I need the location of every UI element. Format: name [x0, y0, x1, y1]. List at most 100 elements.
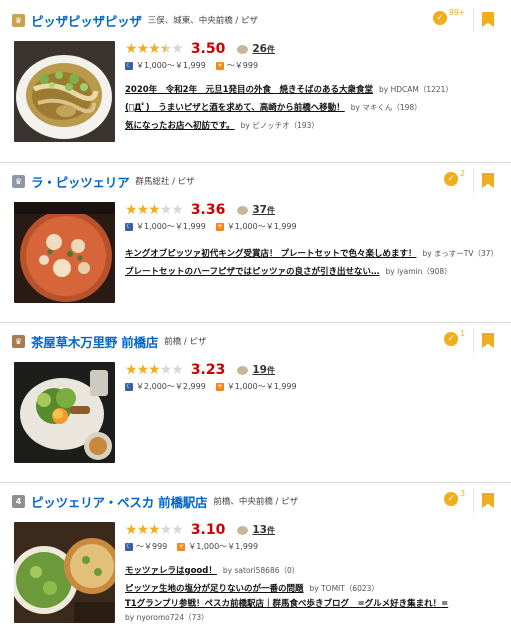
star-icon: ★ [148, 522, 161, 538]
check-icon: ✓ [444, 492, 459, 506]
rating-row: ★ ★ ★ ★ ★ 3.10 13件 [125, 522, 504, 538]
rating-score: 3.50 [190, 41, 226, 57]
check-icon: ✓ [444, 172, 459, 186]
review-count: 19 [252, 364, 267, 376]
review-item: モッツァレラはgood！ by satori58686（0） [125, 562, 504, 580]
review-title-link[interactable]: 2020年 令和2年 元旦1発目の外食 焼きそばのある大衆食堂 [125, 85, 373, 95]
divider [473, 169, 474, 193]
star-rating: ★ ★ ★ ★ ★ [125, 362, 184, 378]
restaurant-name-link[interactable]: ピッツェリア・ペスカ 前橋駅店 [31, 492, 208, 511]
restaurant-name-link[interactable]: ピッザピッザピッザ [31, 11, 142, 30]
restaurant-card: ♛ 茶屋草木万里野 前橋店 前橋 / ピザ ✓ 1 ★ ★ ★ ★ ★ 3.23… [0, 322, 511, 482]
review-count-link[interactable]: 19件 [252, 364, 275, 376]
restaurant-name-link[interactable]: ラ・ピッツェリア [31, 172, 130, 191]
review-author: by nyoromo724（73） [125, 613, 209, 622]
price-row: ☾ ￥2,000～￥2,999 ☀ ￥1,000～￥1,999 [125, 380, 504, 393]
review-count: 13 [252, 524, 267, 536]
divider [473, 329, 474, 353]
price-row: ☾ ￥1,000～￥1,999 ☀ ～￥999 [125, 59, 504, 72]
bookmark-icon[interactable] [482, 493, 494, 508]
divider [473, 489, 474, 513]
dinner-price: ￥2,000～￥2,999 [136, 382, 206, 391]
star-icon: ★ [136, 362, 150, 378]
saved-count[interactable]: ✓ 1 [444, 329, 465, 346]
star-empty-icon: ★ [159, 522, 173, 538]
review-item: (ﾟДﾟ) うまいピザと酒を求めて、高崎から前橋へ移動！ by マキくん（198） [125, 99, 504, 117]
divider [473, 8, 474, 32]
restaurant-photo[interactable] [14, 362, 115, 463]
star-icon: ★ [148, 202, 161, 218]
card-header: ♛ 茶屋草木万里野 前橋店 前橋 / ピザ ✓ 1 [7, 329, 504, 353]
star-icon: ★ [125, 202, 138, 218]
review-unit: 件 [266, 206, 275, 215]
restaurant-card: ♛ ピッザピッザピッザ 三俣、城東、中央前橋 / ピザ ✓ 99+ ★ ★ ★ … [0, 0, 511, 162]
comment-icon [237, 525, 249, 535]
restaurant-name-link[interactable]: 茶屋草木万里野 前橋店 [31, 332, 158, 351]
review-author: by TOMIT（6023） [309, 584, 379, 593]
review-count-link[interactable]: 37件 [252, 204, 275, 216]
star-icon: ★ [148, 41, 161, 57]
price-row: ☾ ￥1,000～￥1,999 ☀ ￥1,000～￥1,999 [125, 220, 504, 233]
lunch-icon: ☀ [215, 382, 224, 391]
star-icon: ★ [136, 202, 150, 218]
saved-count-number: 1 [460, 329, 465, 338]
rating-score: 3.23 [190, 362, 226, 378]
review-author: by satori58686（0） [222, 566, 300, 575]
restaurant-photo[interactable] [14, 41, 115, 142]
restaurant-area: 前橋、中央前橋 / ピザ [213, 497, 299, 507]
star-icon: ★ [136, 522, 150, 538]
review-title-link[interactable]: キングオブピッツァ初代キング受賞店！ プレートセットで色々楽しめます！ [125, 249, 416, 259]
star-empty-icon: ★ [171, 41, 184, 57]
review-count: 37 [252, 204, 267, 216]
star-rating: ★ ★ ★ ★ ★ [125, 202, 184, 218]
saved-count-number: 2 [460, 169, 465, 178]
review-title-link[interactable]: モッツァレラはgood！ [125, 566, 217, 576]
saved-count-number: 99+ [449, 8, 465, 17]
review-title-link[interactable]: 気になったお店へ初訪です。 [125, 121, 235, 131]
star-empty-icon: ★ [171, 362, 184, 378]
star-icon: ★ [125, 522, 138, 538]
lunch-icon: ☀ [215, 222, 224, 231]
rank-crown-icon: ♛ [12, 13, 25, 27]
star-rating: ★ ★ ★ ★ ★ [125, 522, 184, 538]
star-icon: ★ [148, 362, 161, 378]
review-unit: 件 [266, 366, 275, 375]
review-title-link[interactable]: ピッツァ生地の塩分が足りないのが一番の問題 [125, 584, 304, 594]
review-title-link[interactable]: プレートセットのハーフピザではピッツァの良さが引き出せない… [125, 267, 380, 277]
card-header: 4 ピッツェリア・ペスカ 前橋駅店 前橋、中央前橋 / ピザ ✓ 3 [7, 489, 504, 513]
card-header: ♛ ピッザピッザピッザ 三俣、城東、中央前橋 / ピザ ✓ 99+ [7, 8, 504, 32]
comment-icon [237, 205, 249, 215]
bookmark-icon[interactable] [482, 173, 494, 188]
star-rating: ★ ★ ★ ★ ★ [125, 41, 184, 57]
review-unit: 件 [266, 526, 275, 535]
review-item: 2020年 令和2年 元旦1発目の外食 焼きそばのある大衆食堂 by HDCAM（… [125, 81, 504, 99]
restaurant-photo[interactable] [14, 522, 115, 623]
bookmark-icon[interactable] [482, 333, 494, 348]
check-icon: ✓ [433, 11, 448, 25]
rank-crown-icon: ♛ [12, 334, 25, 348]
restaurant-photo[interactable] [14, 202, 115, 303]
review-unit: 件 [266, 45, 275, 54]
review-count-link[interactable]: 26件 [252, 43, 275, 55]
card-header: ♛ ラ・ピッツェリア 群馬総社 / ピザ ✓ 2 [7, 169, 504, 193]
review-title-link[interactable]: T1グランプリ参戦！ペスカ前橋駅店｜群馬食べ歩きブログ =グルメ好き集まれ！= [125, 599, 448, 609]
saved-count[interactable]: ✓ 2 [444, 169, 465, 186]
dinner-icon: ☾ [125, 382, 133, 391]
star-icon: ★ [136, 41, 150, 57]
saved-count[interactable]: ✓ 3 [444, 490, 465, 506]
review-item: T1グランプリ参戦！ペスカ前橋駅店｜群馬食べ歩きブログ =グルメ好き集まれ！= b… [125, 598, 504, 625]
rating-row: ★ ★ ★ ★ ★ 3.50 26件 [125, 41, 504, 57]
review-item: キングオブピッツァ初代キング受賞店！ プレートセットで色々楽しめます！ by まっ… [125, 245, 504, 263]
star-empty-icon: ★ [159, 362, 173, 378]
star-icon: ★ [125, 41, 138, 57]
restaurant-card: 4 ピッツェリア・ペスカ 前橋駅店 前橋、中央前橋 / ピザ ✓ 3 ★ ★ ★… [0, 482, 511, 640]
review-author: by ピノッチオ（193） [240, 121, 319, 130]
review-author: by まっすーTV（37） [422, 249, 498, 258]
bookmark-icon[interactable] [482, 12, 494, 27]
saved-count[interactable]: ✓ 99+ [433, 8, 465, 25]
review-list: キングオブピッツァ初代キング受賞店！ プレートセットで色々楽しめます！ by まっ… [125, 245, 504, 281]
review-count-link[interactable]: 13件 [252, 524, 275, 536]
comment-icon [237, 365, 249, 375]
review-item: ピッツァ生地の塩分が足りないのが一番の問題 by TOMIT（6023） [125, 580, 504, 598]
review-title-link[interactable]: (ﾟДﾟ) うまいピザと酒を求めて、高崎から前橋へ移動！ [125, 103, 345, 113]
